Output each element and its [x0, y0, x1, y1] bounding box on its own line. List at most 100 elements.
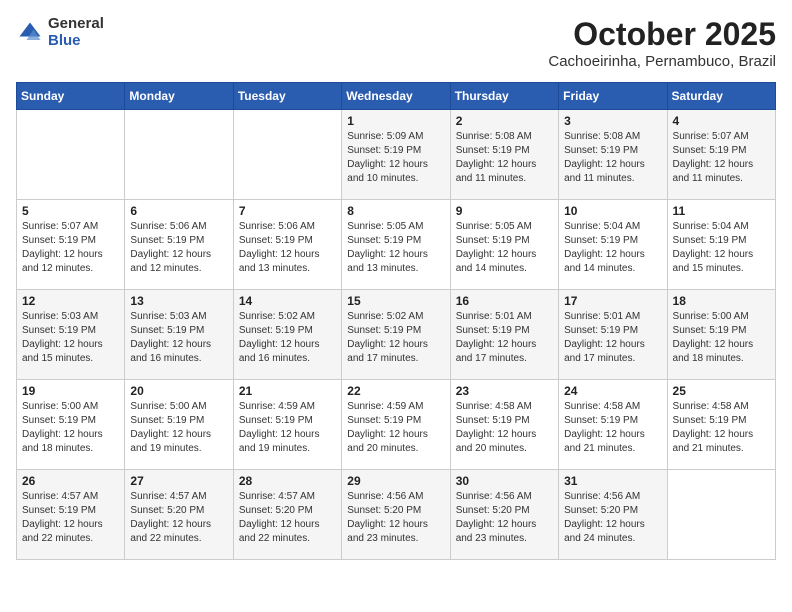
logo-text: General Blue	[48, 16, 104, 49]
day-info: Sunrise: 5:03 AM Sunset: 5:19 PM Dayligh…	[130, 310, 227, 366]
day-header-saturday: Saturday	[667, 83, 775, 110]
day-header-sunday: Sunday	[17, 83, 125, 110]
day-info: Sunrise: 4:59 AM Sunset: 5:19 PM Dayligh…	[347, 400, 444, 456]
calendar-cell	[667, 470, 775, 560]
day-info: Sunrise: 5:08 AM Sunset: 5:19 PM Dayligh…	[456, 130, 553, 186]
calendar-cell: 5 Sunrise: 5:07 AM Sunset: 5:19 PM Daylig…	[17, 200, 125, 290]
day-header-tuesday: Tuesday	[233, 83, 341, 110]
calendar-cell: 19Sunrise: 5:00 AM Sunset: 5:19 PM Dayli…	[17, 380, 125, 470]
day-number: 28	[239, 474, 336, 488]
calendar-cell: 2 Sunrise: 5:08 AM Sunset: 5:19 PM Daylig…	[450, 110, 558, 200]
day-info: Sunrise: 4:57 AM Sunset: 5:19 PM Dayligh…	[22, 490, 119, 546]
day-info: Sunrise: 5:04 AM Sunset: 5:19 PM Dayligh…	[564, 220, 661, 276]
day-number: 16	[456, 294, 553, 308]
day-number: 18	[673, 294, 770, 308]
day-number: 9	[456, 204, 553, 218]
calendar-cell: 26 Sunrise: 4:57 AM Sunset: 5:19 PM Dayli…	[17, 470, 125, 560]
day-info: Sunrise: 4:58 AM Sunset: 5:19 PM Dayligh…	[673, 400, 770, 456]
calendar-week-row: 12 Sunrise: 5:03 AM Sunset: 5:19 PM Dayli…	[17, 290, 776, 380]
day-header-wednesday: Wednesday	[342, 83, 450, 110]
calendar-cell: 31 Sunrise: 4:56 AM Sunset: 5:20 PM Dayli…	[559, 470, 667, 560]
header: General Blue October 2025 Cachoeirinha, …	[16, 16, 776, 70]
days-header-row: SundayMondayTuesdayWednesdayThursdayFrid…	[17, 83, 776, 110]
day-info: Sunrise: 4:56 AM Sunset: 5:20 PM Dayligh…	[347, 490, 444, 546]
calendar-cell: 17 Sunrise: 5:01 AM Sunset: 5:19 PM Dayli…	[559, 290, 667, 380]
day-number: 25	[673, 384, 770, 398]
calendar-cell: 24Sunrise: 4:58 AM Sunset: 5:19 PM Dayli…	[559, 380, 667, 470]
logo-blue-text: Blue	[48, 33, 104, 50]
calendar-cell: 30 Sunrise: 4:56 AM Sunset: 5:20 PM Dayli…	[450, 470, 558, 560]
calendar-cell: 11Sunrise: 5:04 AM Sunset: 5:19 PM Dayli…	[667, 200, 775, 290]
calendar-cell: 27 Sunrise: 4:57 AM Sunset: 5:20 PM Dayli…	[125, 470, 233, 560]
logo-icon	[16, 19, 44, 47]
day-info: Sunrise: 5:09 AM Sunset: 5:19 PM Dayligh…	[347, 130, 444, 186]
calendar-cell: 21 Sunrise: 4:59 AM Sunset: 5:19 PM Dayli…	[233, 380, 341, 470]
day-header-friday: Friday	[559, 83, 667, 110]
logo-general-text: General	[48, 16, 104, 33]
calendar-cell: 4Sunrise: 5:07 AM Sunset: 5:19 PM Daylig…	[667, 110, 775, 200]
day-info: Sunrise: 5:00 AM Sunset: 5:19 PM Dayligh…	[673, 310, 770, 366]
day-number: 26	[22, 474, 119, 488]
calendar-week-row: 26 Sunrise: 4:57 AM Sunset: 5:19 PM Dayli…	[17, 470, 776, 560]
day-number: 11	[673, 204, 770, 218]
day-number: 12	[22, 294, 119, 308]
day-number: 8	[347, 204, 444, 218]
day-info: Sunrise: 4:57 AM Sunset: 5:20 PM Dayligh…	[239, 490, 336, 546]
day-info: Sunrise: 5:06 AM Sunset: 5:19 PM Dayligh…	[130, 220, 227, 276]
day-number: 1	[347, 114, 444, 128]
day-header-monday: Monday	[125, 83, 233, 110]
day-info: Sunrise: 5:00 AM Sunset: 5:19 PM Dayligh…	[130, 400, 227, 456]
calendar-week-row: 1 Sunrise: 5:09 AM Sunset: 5:19 PM Daylig…	[17, 110, 776, 200]
day-info: Sunrise: 5:05 AM Sunset: 5:19 PM Dayligh…	[456, 220, 553, 276]
day-info: Sunrise: 5:01 AM Sunset: 5:19 PM Dayligh…	[456, 310, 553, 366]
day-number: 21	[239, 384, 336, 398]
calendar-cell: 18 Sunrise: 5:00 AM Sunset: 5:19 PM Dayli…	[667, 290, 775, 380]
day-number: 20	[130, 384, 227, 398]
day-info: Sunrise: 5:06 AM Sunset: 5:19 PM Dayligh…	[239, 220, 336, 276]
calendar-cell	[125, 110, 233, 200]
day-number: 13	[130, 294, 227, 308]
day-number: 7	[239, 204, 336, 218]
calendar-cell: 6 Sunrise: 5:06 AM Sunset: 5:19 PM Daylig…	[125, 200, 233, 290]
calendar-cell: 10 Sunrise: 5:04 AM Sunset: 5:19 PM Dayli…	[559, 200, 667, 290]
day-number: 23	[456, 384, 553, 398]
day-info: Sunrise: 5:03 AM Sunset: 5:19 PM Dayligh…	[22, 310, 119, 366]
calendar-week-row: 5 Sunrise: 5:07 AM Sunset: 5:19 PM Daylig…	[17, 200, 776, 290]
calendar-cell: 8 Sunrise: 5:05 AM Sunset: 5:19 PM Daylig…	[342, 200, 450, 290]
logo: General Blue	[16, 16, 104, 49]
day-number: 17	[564, 294, 661, 308]
calendar-week-row: 19 Sunrise: 5:00 AM Sunset: 5:19 PM Dayli…	[17, 380, 776, 470]
calendar-table: SundayMondayTuesdayWednesdayThursdayFrid…	[16, 82, 776, 560]
day-info: Sunrise: 4:56 AM Sunset: 5:20 PM Dayligh…	[564, 490, 661, 546]
day-number: 3	[564, 114, 661, 128]
calendar-cell: 16 Sunrise: 5:01 AM Sunset: 5:19 PM Dayli…	[450, 290, 558, 380]
day-info: Sunrise: 4:58 AM Sunset: 5:19 PM Dayligh…	[564, 400, 661, 456]
day-number: 30	[456, 474, 553, 488]
day-number: 29	[347, 474, 444, 488]
day-number: 22	[347, 384, 444, 398]
day-number: 27	[130, 474, 227, 488]
day-info: Sunrise: 4:57 AM Sunset: 5:20 PM Dayligh…	[130, 490, 227, 546]
calendar-cell: 20 Sunrise: 5:00 AM Sunset: 5:19 PM Dayli…	[125, 380, 233, 470]
day-info: Sunrise: 5:05 AM Sunset: 5:19 PM Dayligh…	[347, 220, 444, 276]
day-number: 5	[22, 204, 119, 218]
day-number: 6	[130, 204, 227, 218]
calendar-cell: 1 Sunrise: 5:09 AM Sunset: 5:19 PM Daylig…	[342, 110, 450, 200]
day-number: 10	[564, 204, 661, 218]
day-number: 2	[456, 114, 553, 128]
day-info: Sunrise: 5:02 AM Sunset: 5:19 PM Dayligh…	[239, 310, 336, 366]
day-info: Sunrise: 5:07 AM Sunset: 5:19 PM Dayligh…	[22, 220, 119, 276]
location-title: Cachoeirinha, Pernambuco, Brazil	[548, 53, 776, 70]
calendar-cell: 14Sunrise: 5:02 AM Sunset: 5:19 PM Dayli…	[233, 290, 341, 380]
day-number: 4	[673, 114, 770, 128]
day-number: 31	[564, 474, 661, 488]
day-info: Sunrise: 4:56 AM Sunset: 5:20 PM Dayligh…	[456, 490, 553, 546]
day-info: Sunrise: 5:02 AM Sunset: 5:19 PM Dayligh…	[347, 310, 444, 366]
day-info: Sunrise: 5:01 AM Sunset: 5:19 PM Dayligh…	[564, 310, 661, 366]
calendar-cell: 29 Sunrise: 4:56 AM Sunset: 5:20 PM Dayli…	[342, 470, 450, 560]
day-info: Sunrise: 4:59 AM Sunset: 5:19 PM Dayligh…	[239, 400, 336, 456]
day-info: Sunrise: 4:58 AM Sunset: 5:19 PM Dayligh…	[456, 400, 553, 456]
calendar-cell: 13 Sunrise: 5:03 AM Sunset: 5:19 PM Dayli…	[125, 290, 233, 380]
calendar-cell: 15Sunrise: 5:02 AM Sunset: 5:19 PM Dayli…	[342, 290, 450, 380]
day-number: 19	[22, 384, 119, 398]
